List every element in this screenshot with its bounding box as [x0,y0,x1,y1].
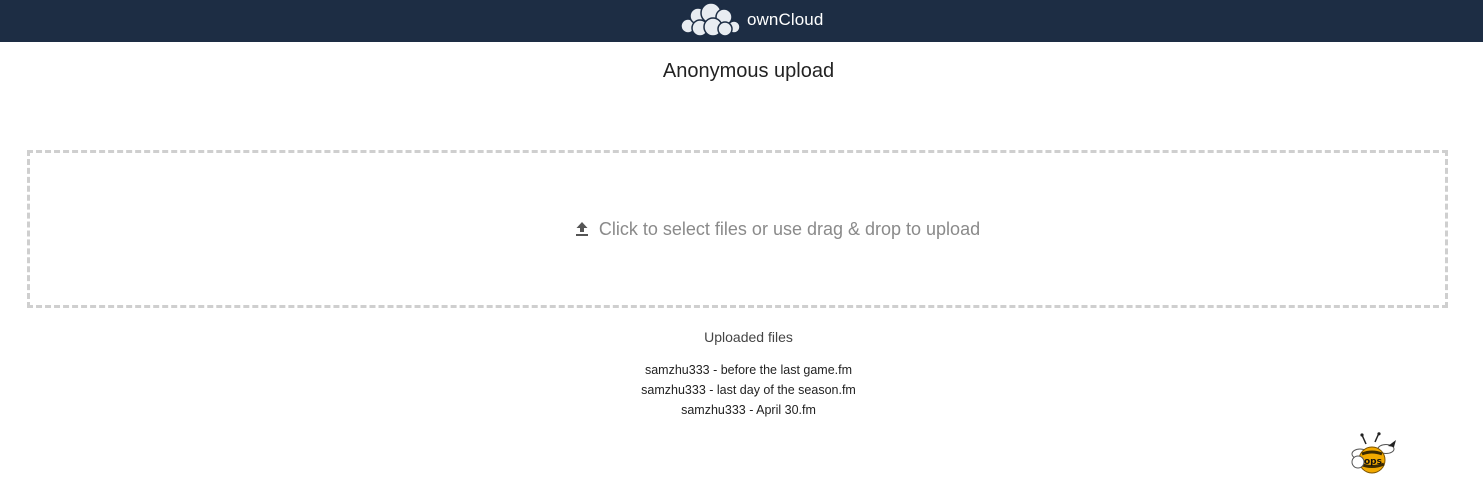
page-title: Anonymous upload [662,60,835,82]
list-item: samzhu333 - last day of the season.fm [641,383,856,397]
owncloud-logo[interactable]: ownCloud [680,2,823,38]
uploaded-file-list: samzhu333 - before the last game.fm samz… [0,361,1483,421]
list-item: samzhu333 - before the last game.fm [644,363,853,377]
owncloud-cloud-logo-icon [680,2,741,37]
uploaded-files-heading: Uploaded files [704,329,793,345]
list-item: samzhu333 - April 30.fm [681,403,816,417]
top-header: ownCloud [0,0,1483,42]
mascot-label: ops [1364,457,1382,467]
mascot-bee-icon: ops [1348,432,1400,476]
upload-icon [575,221,589,237]
brand-name: ownCloud [747,10,824,29]
upload-dropzone[interactable]: Click to select files or use drag & drop… [27,150,1448,308]
dropzone-label: Click to select files or use drag & drop… [598,218,981,239]
